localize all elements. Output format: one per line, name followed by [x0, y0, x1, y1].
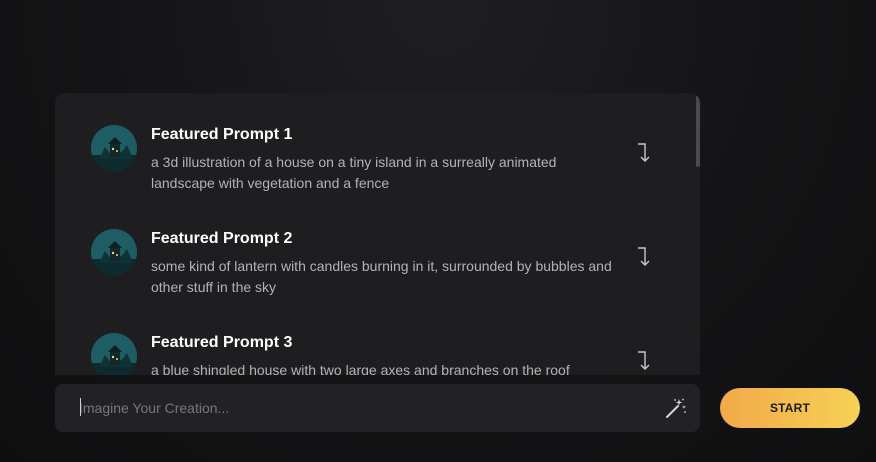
app-stage: Featured Prompt 1 a 3d illustration of a…	[0, 0, 876, 462]
list-item[interactable]: Featured Prompt 1 a 3d illustration of a…	[55, 93, 695, 197]
prompt-description: some kind of lantern with candles burnin…	[151, 258, 612, 295]
featured-prompts-panel: Featured Prompt 1 a 3d illustration of a…	[55, 93, 700, 375]
prompt-input-bar	[55, 384, 700, 432]
use-prompt-arrow-icon[interactable]	[635, 349, 655, 373]
list-item[interactable]: Featured Prompt 2 some kind of lantern w…	[55, 197, 695, 301]
magic-wand-icon[interactable]	[664, 396, 688, 420]
text-caret	[80, 398, 81, 416]
prompt-title: Featured Prompt 3	[151, 334, 293, 351]
prompt-thumbnail	[91, 333, 137, 375]
list-item[interactable]: Featured Prompt 3 a blue shingled house …	[55, 301, 695, 375]
prompt-input[interactable]	[79, 396, 639, 420]
scrollbar-thumb[interactable]	[696, 95, 700, 167]
use-prompt-arrow-icon[interactable]	[635, 141, 655, 165]
prompt-title: Featured Prompt 2	[151, 230, 293, 247]
use-prompt-arrow-icon[interactable]	[635, 245, 655, 269]
prompt-thumbnail	[91, 229, 137, 275]
prompt-title: Featured Prompt 1	[151, 126, 293, 143]
scrollbar-track[interactable]	[695, 93, 700, 375]
prompt-description: a blue shingled house with two large axe…	[151, 362, 570, 375]
featured-prompts-list: Featured Prompt 1 a 3d illustration of a…	[55, 93, 695, 375]
start-button[interactable]: START	[720, 388, 860, 428]
prompt-description: a 3d illustration of a house on a tiny i…	[151, 154, 557, 191]
prompt-thumbnail	[91, 125, 137, 171]
